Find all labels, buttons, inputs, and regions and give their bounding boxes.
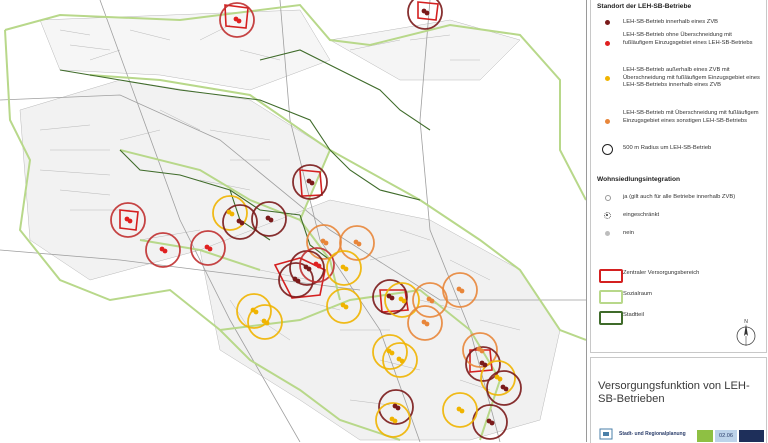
title-box: Versorgungsfunktion von LEH-SB-Betrieben… [590,357,767,443]
svg-text:N: N [744,319,748,325]
dark-green-outline-swatch-icon [599,311,623,325]
store-marker [399,358,405,364]
store-marker [343,266,349,272]
store-marker [253,309,259,315]
store-marker [316,263,322,269]
store-marker [264,320,270,326]
yellow-dot-icon [605,76,610,81]
store-marker [392,418,398,424]
hollow-dot-icon [605,195,611,201]
north-arrow-icon: N [736,319,756,346]
store-marker [207,246,213,252]
store-marker [389,295,395,301]
store-marker [309,180,315,186]
navy-chip [739,430,764,442]
store-marker [389,350,395,356]
legend-section-title-2: Wohnsiedlungsintegration [597,176,681,183]
store-marker [429,298,435,304]
store-marker [306,266,312,272]
red-dot-icon [605,41,610,46]
store-marker [482,362,488,368]
green-chip [697,430,713,442]
store-marker [162,248,168,254]
store-marker [497,376,503,382]
store-marker [343,304,349,310]
legend-box: Standort der LEH-SB-Betriebe LEH-SB-Betr… [590,0,767,353]
store-marker [479,348,485,354]
orange-dot-icon [605,119,610,124]
store-marker [459,408,465,414]
code-chip: 02.06 [715,430,737,442]
store-marker [229,211,235,217]
store-marker [424,321,430,327]
store-marker [239,220,245,226]
red-outline-swatch-icon [599,269,623,283]
store-marker [295,278,301,284]
map-canvas[interactable] [0,0,586,442]
planning-logo-icon [599,428,613,440]
store-marker [459,288,465,294]
legend-panel: Standort der LEH-SB-Betriebe LEH-SB-Betr… [586,0,768,443]
store-marker [268,217,274,223]
grey-dot-icon [605,231,610,236]
store-marker [401,298,407,304]
map-title: Versorgungsfunktion von LEH-SB-Betrieben [598,380,750,405]
store-marker [395,405,401,411]
footer-label: Stadt- und Regionalplanung [619,431,686,437]
store-marker [503,386,509,392]
store-marker [424,10,430,16]
legend-section-title: Standort der LEH-SB-Betriebe [597,3,692,10]
store-marker [236,18,242,24]
store-marker [127,218,133,224]
store-marker [356,241,362,247]
store-marker [323,240,329,246]
circle-outline-icon [602,144,613,155]
store-marker [489,420,495,426]
dark-red-dot-icon [605,20,610,25]
green-outline-swatch-icon [599,290,623,304]
